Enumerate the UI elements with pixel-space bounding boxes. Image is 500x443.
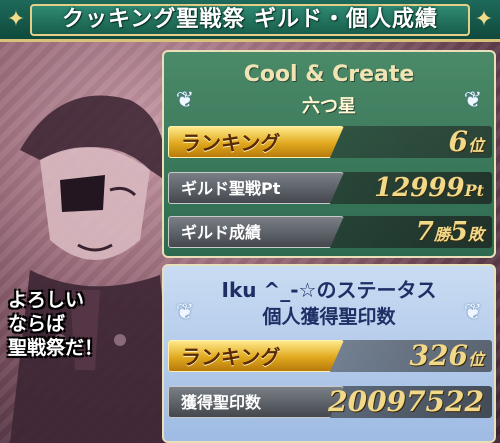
title-bar: ✦ クッキング聖戦祭 ギルド・個人成績 ✦ (0, 0, 500, 42)
personal-ranking-label: ランキング (168, 340, 344, 372)
personal-seals-label: 獲得聖印数 (168, 386, 344, 418)
wing-right-icon: ❦ (463, 300, 483, 325)
guild-record-value: 7勝5敗 (415, 217, 484, 247)
guild-pt-label: ギルド聖戦Pt (168, 172, 344, 204)
personal-seals-row: 獲得聖印数 20097522 (168, 386, 492, 418)
guild-panel: Cool & Create 六つ星 ❦ ❦ ランキング 6位 ギルド聖戦Pt 1… (162, 50, 496, 258)
guild-record-label: ギルド成績 (168, 216, 344, 248)
guild-record-row: ギルド成績 7勝5敗 (168, 216, 492, 248)
corner-ornament-icon: ✦ (6, 7, 26, 32)
guild-pt-value: 12999Pt (374, 173, 484, 203)
personal-ranking-value: 326位 (409, 339, 484, 372)
guild-ranking-label: ランキング (168, 126, 344, 158)
corner-ornament-icon: ✦ (474, 7, 494, 32)
player-status-title: Iku ^_-☆のステータス (221, 278, 437, 302)
screen: { "title": "クッキング聖戦祭 ギルド・個人成績", "guild":… (0, 0, 500, 443)
guild-pt-row: ギルド聖戦Pt 12999Pt (168, 172, 492, 204)
personal-ranking-row: ランキング 326位 (168, 340, 492, 372)
personal-panel: Iku ^_-☆のステータス 個人獲得聖印数 ❦ ❦ ランキング 326位 獲得… (162, 264, 496, 443)
guild-ranking-row: ランキング 6位 (168, 126, 492, 158)
wing-right-icon: ❦ (463, 88, 483, 113)
personal-seals-value: 20097522 (328, 385, 484, 418)
guild-rank: 六つ星 (302, 96, 356, 117)
character-speech: よろしい ならば 聖戦祭だ！ (8, 288, 118, 360)
speech-line: よろしい (8, 289, 85, 311)
wing-left-icon: ❦ (175, 88, 195, 113)
speech-line: 聖戦祭だ！ (8, 337, 104, 359)
wing-left-icon: ❦ (175, 300, 195, 325)
personal-subtitle: 個人獲得聖印数 (262, 306, 396, 328)
speech-line: ならば (8, 313, 66, 335)
page-title: クッキング聖戦祭 ギルド・個人成績 (30, 4, 470, 36)
guild-ranking-value: 6位 (448, 125, 485, 158)
guild-name: Cool & Create (243, 62, 415, 87)
character-portrait (10, 95, 175, 443)
